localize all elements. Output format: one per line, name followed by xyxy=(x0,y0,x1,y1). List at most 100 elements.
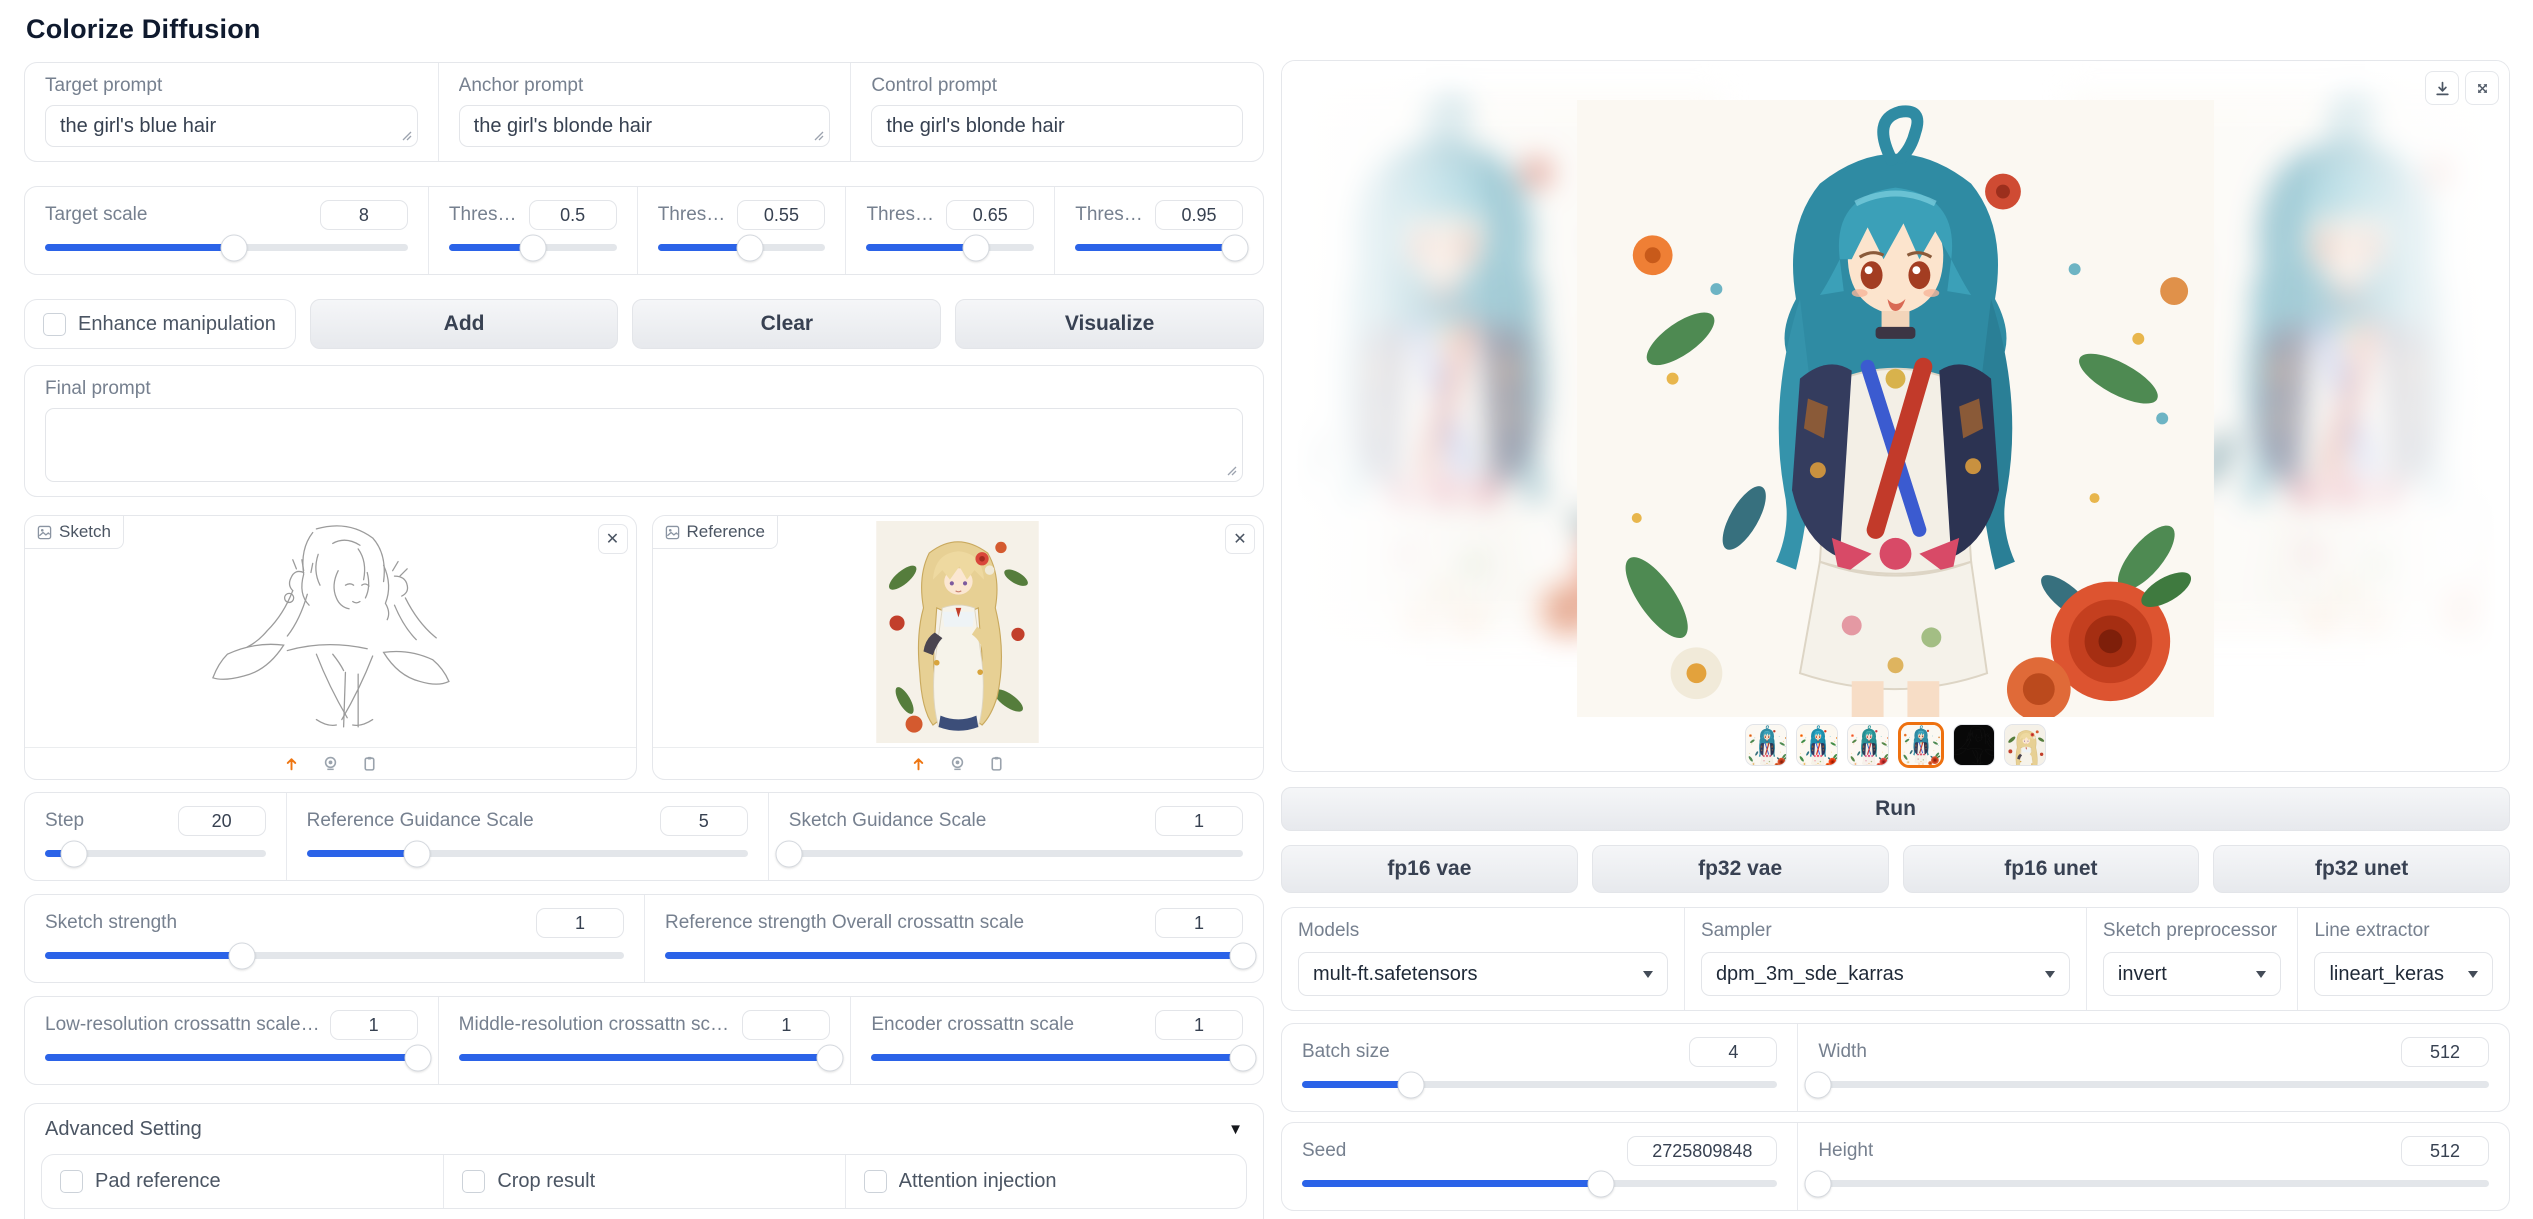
slider-thumb[interactable] xyxy=(60,840,87,867)
sketch-image[interactable] xyxy=(25,516,636,747)
slider-value-input[interactable]: 4 xyxy=(1689,1037,1777,1067)
slider-track[interactable] xyxy=(866,244,1034,251)
fp32-unet-button[interactable]: fp32 unet xyxy=(2213,845,2510,893)
slider-track[interactable] xyxy=(789,850,1243,857)
gallery-thumbnail-5[interactable] xyxy=(1953,724,1995,766)
attention-injection-checkbox[interactable]: Attention injection xyxy=(845,1155,1246,1208)
models-dropdown[interactable]: mult-ft.safetensors xyxy=(1298,952,1668,996)
gallery-thumbnail-2[interactable] xyxy=(1796,724,1838,766)
slider-thumb[interactable] xyxy=(220,234,247,261)
clipboard-icon[interactable] xyxy=(361,755,378,772)
slider-track[interactable] xyxy=(307,850,748,857)
slider-track[interactable] xyxy=(658,244,826,251)
anchor-prompt-input[interactable]: the girl's blonde hair xyxy=(459,105,831,147)
slider-value-input[interactable]: 1 xyxy=(1155,806,1243,836)
fp32-vae-button[interactable]: fp32 vae xyxy=(1592,845,1889,893)
slider-thumb[interactable] xyxy=(1588,1170,1615,1197)
slider-thumb[interactable] xyxy=(519,234,546,261)
slider-value-input[interactable]: 5 xyxy=(660,806,748,836)
slider-value-input[interactable]: 0.65 xyxy=(946,200,1034,230)
sampler-dropdown[interactable]: dpm_3m_sde_karras xyxy=(1701,952,2070,996)
resize-grip-icon[interactable] xyxy=(1226,465,1238,477)
checkbox-icon[interactable] xyxy=(43,313,66,336)
slider-value-input[interactable]: 1 xyxy=(1155,1010,1243,1040)
slider-value-input[interactable]: 0.5 xyxy=(529,200,617,230)
slider-thumb[interactable] xyxy=(1229,1044,1256,1071)
resize-grip-icon[interactable] xyxy=(401,130,413,142)
webcam-icon[interactable] xyxy=(949,755,966,772)
resize-grip-icon[interactable] xyxy=(813,130,825,142)
slider-track[interactable] xyxy=(1075,244,1243,251)
slider-value-input[interactable]: 8 xyxy=(320,200,408,230)
add-button[interactable]: Add xyxy=(310,299,619,349)
slider-thumb[interactable] xyxy=(962,234,989,261)
upload-icon[interactable] xyxy=(283,755,300,772)
slider-thumb[interactable] xyxy=(736,234,763,261)
upload-icon[interactable] xyxy=(910,755,927,772)
checkbox-icon[interactable] xyxy=(462,1170,485,1193)
checkbox-icon[interactable] xyxy=(60,1170,83,1193)
slider-thumb[interactable] xyxy=(1230,942,1257,969)
webcam-icon[interactable] xyxy=(322,755,339,772)
slider-track[interactable] xyxy=(665,952,1243,959)
slider-track[interactable] xyxy=(1302,1081,1777,1088)
slider-value-input[interactable]: 0.55 xyxy=(737,200,825,230)
slider-value-input[interactable]: 1 xyxy=(536,908,624,938)
slider-track[interactable] xyxy=(45,1054,418,1061)
result-image[interactable] xyxy=(1577,100,2214,717)
slider-thumb[interactable] xyxy=(817,1044,844,1071)
slider-value-input[interactable]: 20 xyxy=(178,806,266,836)
clear-button[interactable]: Clear xyxy=(632,299,941,349)
slider-thumb[interactable] xyxy=(1398,1071,1425,1098)
slider-thumb[interactable] xyxy=(228,942,255,969)
line-extractor-dropdown[interactable]: lineart_keras xyxy=(2314,952,2493,996)
sketch-preprocessor-dropdown[interactable]: invert xyxy=(2103,952,2282,996)
slider-value-input[interactable]: 1 xyxy=(1155,908,1243,938)
checkbox-icon[interactable] xyxy=(864,1170,887,1193)
slider-thumb[interactable] xyxy=(1805,1071,1832,1098)
crop-result-checkbox[interactable]: Crop result xyxy=(443,1155,844,1208)
slider-value-input[interactable]: 1 xyxy=(330,1010,418,1040)
reference-upload-panel[interactable]: Reference ✕ xyxy=(652,515,1265,780)
slider-track[interactable] xyxy=(1302,1180,1777,1187)
slider-track[interactable] xyxy=(45,952,624,959)
gallery-thumbnail-3[interactable] xyxy=(1847,724,1889,766)
enhance-manipulation-checkbox[interactable]: Enhance manipulation xyxy=(24,299,296,349)
run-button[interactable]: Run xyxy=(1281,787,2510,831)
target-prompt-input[interactable]: the girl's blue hair xyxy=(45,105,418,147)
fullscreen-icon[interactable] xyxy=(2465,71,2499,105)
slider-thumb[interactable] xyxy=(1221,234,1248,261)
gallery-thumbnail-6[interactable] xyxy=(2004,724,2046,766)
slider-value-input[interactable]: 512 xyxy=(2401,1136,2489,1166)
slider-value-input[interactable]: 1 xyxy=(742,1010,830,1040)
pad-reference-checkbox[interactable]: Pad reference xyxy=(42,1155,443,1208)
slider-thumb[interactable] xyxy=(403,840,430,867)
fp16-vae-button[interactable]: fp16 vae xyxy=(1281,845,1578,893)
slider-track[interactable] xyxy=(1818,1180,2489,1187)
slider-thumb[interactable] xyxy=(404,1044,431,1071)
visualize-button[interactable]: Visualize xyxy=(955,299,1264,349)
slider-track[interactable] xyxy=(449,244,617,251)
close-icon[interactable]: ✕ xyxy=(598,524,628,554)
advanced-setting-header[interactable]: Advanced Setting ▼ xyxy=(41,1116,1247,1142)
final-prompt-input[interactable] xyxy=(45,408,1243,482)
slider-value-input[interactable]: 0.95 xyxy=(1155,200,1243,230)
slider-track[interactable] xyxy=(871,1054,1243,1061)
fp16-unet-button[interactable]: fp16 unet xyxy=(1903,845,2200,893)
download-icon[interactable] xyxy=(2425,71,2459,105)
collapse-triangle-icon[interactable]: ▼ xyxy=(1228,1121,1243,1138)
reference-image[interactable] xyxy=(653,516,1264,747)
gallery-thumbnail-4-selected[interactable] xyxy=(1898,722,1944,768)
slider-track[interactable] xyxy=(45,850,266,857)
slider-thumb[interactable] xyxy=(775,840,802,867)
slider-value-input[interactable]: 2725809848 xyxy=(1627,1136,1777,1166)
clipboard-icon[interactable] xyxy=(988,755,1005,772)
sketch-upload-panel[interactable]: Sketch ✕ xyxy=(24,515,637,780)
gallery-thumbnail-1[interactable] xyxy=(1745,724,1787,766)
slider-track[interactable] xyxy=(45,244,408,251)
slider-value-input[interactable]: 512 xyxy=(2401,1037,2489,1067)
slider-track[interactable] xyxy=(1818,1081,2489,1088)
control-prompt-input[interactable]: the girl's blonde hair xyxy=(871,105,1243,147)
slider-thumb[interactable] xyxy=(1805,1170,1832,1197)
slider-track[interactable] xyxy=(459,1054,831,1061)
